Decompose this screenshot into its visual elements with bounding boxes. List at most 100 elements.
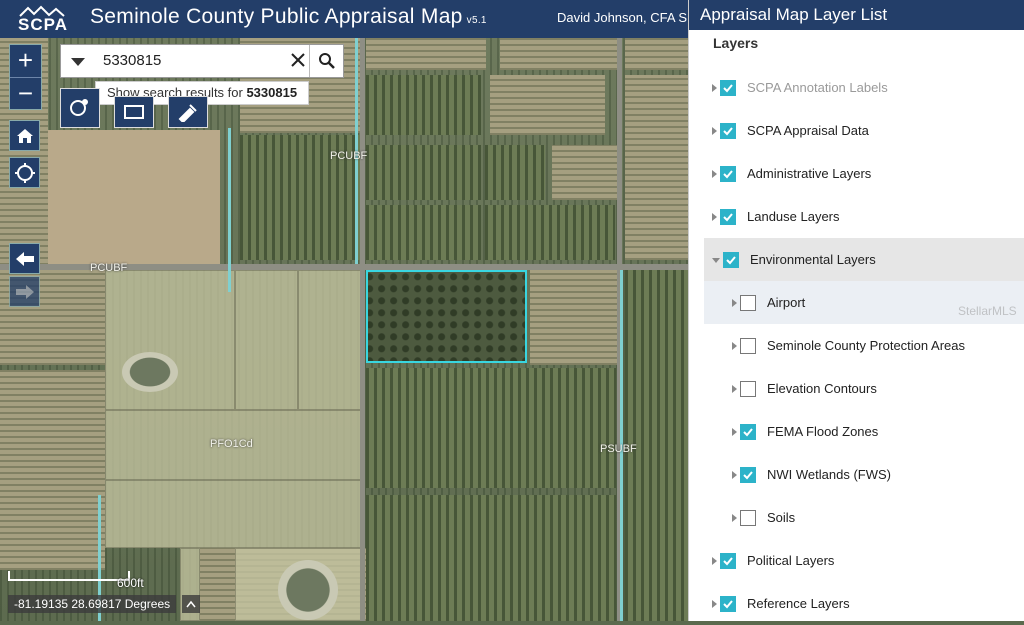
measure-tool-button[interactable] — [168, 96, 208, 128]
suggestion-term: 5330815 — [246, 85, 298, 100]
layer-row-political-layers[interactable]: Political Layers — [704, 539, 1024, 582]
map-field — [366, 495, 616, 621]
zoom-control: + − — [9, 44, 42, 110]
panel-subtitle: Layers — [713, 35, 759, 51]
layer-checkbox[interactable] — [740, 466, 756, 483]
layer-label: FEMA Flood Zones — [767, 424, 879, 439]
chevron-up-icon — [186, 600, 196, 608]
checkmark-icon — [723, 83, 733, 92]
selected-parcel-outline[interactable] — [366, 270, 527, 363]
layer-row-fema-flood-zones[interactable]: FEMA Flood Zones — [704, 410, 1024, 453]
caret-right-icon[interactable] — [712, 83, 717, 92]
panel-title: Appraisal Map Layer List — [689, 0, 1024, 30]
layer-checkbox[interactable] — [740, 509, 756, 526]
layer-checkbox[interactable] — [740, 380, 756, 397]
checkmark-icon — [723, 599, 733, 608]
caret-right-icon[interactable] — [712, 126, 717, 135]
layer-label: Seminole County Protection Areas — [767, 338, 965, 353]
locate-button[interactable] — [9, 157, 40, 188]
map-field — [485, 205, 615, 260]
checkmark-icon — [723, 169, 733, 178]
caret-right-icon[interactable] — [732, 341, 737, 350]
layer-checkbox[interactable] — [740, 423, 756, 440]
caret-right-icon[interactable] — [732, 470, 737, 479]
layer-checkbox[interactable] — [720, 79, 736, 96]
layer-row-elevation-contours[interactable]: Elevation Contours — [704, 367, 1024, 410]
user-name[interactable]: David Johnson, CFA S — [557, 10, 687, 25]
forward-extent-button[interactable] — [9, 276, 40, 307]
zoom-out-button[interactable]: − — [10, 77, 41, 110]
caret-right-icon[interactable] — [712, 599, 717, 608]
soil-polygon[interactable] — [105, 480, 364, 548]
layer-row-landuse-layers[interactable]: Landuse Layers — [704, 195, 1024, 238]
search-input[interactable] — [101, 51, 285, 70]
map-field — [366, 75, 481, 135]
search-button[interactable] — [309, 45, 344, 77]
identify-icon — [70, 99, 88, 116]
layer-row-seminole-county-protection-areas[interactable]: Seminole County Protection Areas — [704, 324, 1024, 367]
soil-polygon[interactable] — [105, 270, 235, 410]
logo-text: SCPA — [18, 15, 68, 34]
checkmark-icon — [743, 470, 753, 479]
map-field — [366, 38, 486, 70]
layer-row-nwi-wetlands-fws[interactable]: NWI Wetlands (FWS) — [704, 453, 1024, 496]
clear-search-button[interactable] — [287, 49, 309, 73]
layer-checkbox[interactable] — [740, 294, 756, 311]
layer-label: Elevation Contours — [767, 381, 877, 396]
identify-tool-button[interactable] — [60, 88, 100, 128]
layer-checkbox[interactable] — [720, 122, 736, 139]
caret-right-icon[interactable] — [712, 169, 717, 178]
caret-right-icon[interactable] — [732, 384, 737, 393]
road — [360, 38, 365, 621]
caret-right-icon[interactable] — [712, 556, 717, 565]
caret-right-icon[interactable] — [732, 298, 737, 307]
map-field — [530, 270, 618, 365]
layer-checkbox[interactable] — [720, 595, 736, 612]
layer-row-scpa-appraisal-data[interactable]: SCPA Appraisal Data — [704, 109, 1024, 152]
search-source-dropdown[interactable] — [71, 58, 85, 66]
scale-label: 600ft — [117, 576, 144, 590]
forward-arrow-icon — [15, 284, 34, 299]
layer-row-soils[interactable]: Soils — [704, 496, 1024, 539]
caret-right-icon[interactable] — [732, 513, 737, 522]
map-label-psubf: PSUBF — [600, 443, 637, 455]
checkmark-icon — [723, 126, 733, 135]
caret-down-icon[interactable] — [712, 258, 720, 263]
soil-polygon[interactable] — [298, 270, 364, 410]
app-title-text: Seminole County Public Appraisal Map — [90, 5, 463, 28]
layer-row-environmental-layers[interactable]: Environmental Layers — [704, 238, 1024, 281]
app-title: Seminole County Public Appraisal Map v5.1 — [90, 5, 487, 29]
canal — [228, 128, 231, 292]
zoom-in-button[interactable]: + — [10, 45, 41, 77]
caret-right-icon[interactable] — [732, 427, 737, 436]
basemap-tool-button[interactable] — [114, 96, 154, 128]
layer-list-panel: Appraisal Map Layer List Layers SCPA Ann… — [688, 0, 1024, 621]
scale-bar — [8, 571, 130, 581]
layer-checkbox[interactable] — [723, 251, 739, 268]
map-label-pfo1cd: PFO1Cd — [210, 438, 253, 450]
map-label-pcubf: PCUBF — [330, 150, 368, 162]
layer-label: NWI Wetlands (FWS) — [767, 467, 891, 482]
layer-row-scpa-annotation-labels[interactable]: SCPA Annotation Labels — [704, 66, 1024, 109]
layer-checkbox[interactable] — [720, 552, 736, 569]
back-extent-button[interactable] — [9, 243, 40, 274]
map-field — [500, 38, 620, 70]
map-label-pcubf: PCUBF — [90, 262, 128, 274]
home-button[interactable] — [9, 120, 40, 151]
layer-checkbox[interactable] — [720, 165, 736, 182]
layer-label: Landuse Layers — [747, 209, 840, 224]
layer-label: Environmental Layers — [750, 252, 876, 267]
layer-checkbox[interactable] — [720, 208, 736, 225]
layer-checkbox[interactable] — [740, 337, 756, 354]
map-field — [0, 370, 105, 570]
app-version: v5.1 — [466, 15, 487, 26]
caret-right-icon[interactable] — [712, 212, 717, 221]
layer-row-administrative-layers[interactable]: Administrative Layers — [704, 152, 1024, 195]
coordinate-toggle-button[interactable] — [182, 595, 200, 613]
layer-label: Administrative Layers — [747, 166, 872, 181]
map-field — [490, 75, 605, 135]
soil-polygon[interactable] — [235, 270, 298, 410]
coordinate-readout: -81.19135 28.69817 Degrees — [8, 595, 177, 613]
map-icon — [124, 105, 144, 119]
layer-row-reference-layers[interactable]: Reference Layers — [704, 582, 1024, 625]
